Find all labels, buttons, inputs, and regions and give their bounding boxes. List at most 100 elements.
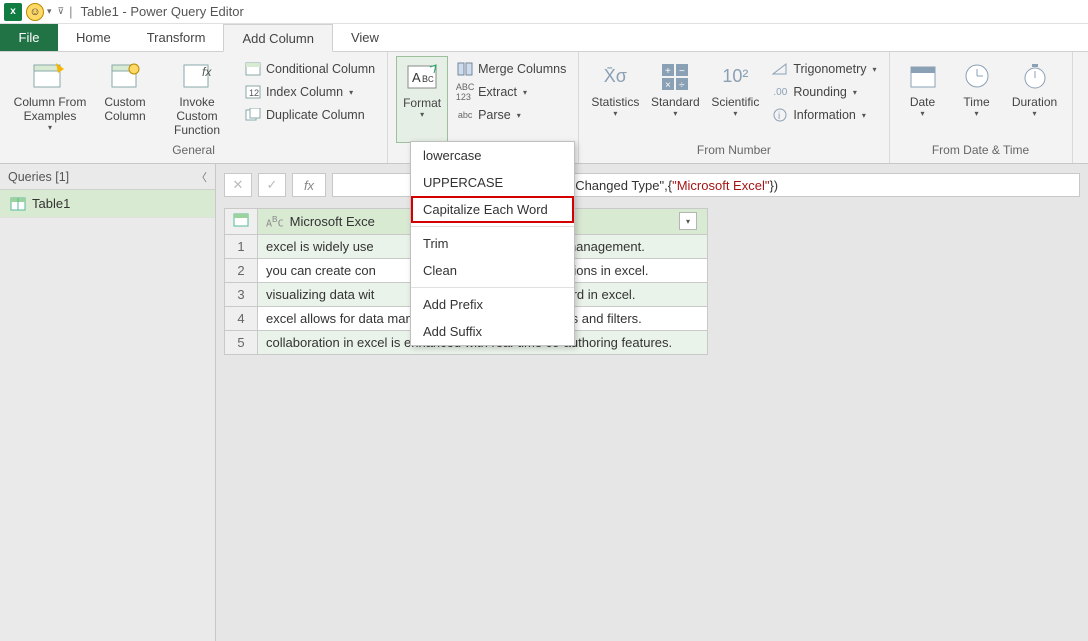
statistics-button[interactable]: X̄σ Statistics ▾ xyxy=(587,56,643,143)
trigonometry-icon xyxy=(771,61,789,77)
statistics-label: Statistics xyxy=(591,95,639,109)
column-from-examples-icon xyxy=(30,59,70,93)
duplicate-column-button[interactable]: Duplicate Column xyxy=(240,105,379,125)
invoke-custom-function-label: Invoke Custom Function xyxy=(158,95,236,137)
tab-transform[interactable]: Transform xyxy=(129,24,224,51)
index-column-button[interactable]: 12 Index Column ▾ xyxy=(240,82,379,102)
content-area: ✕ ✓ fx = Table.TransformColumnTypes(#"Ch… xyxy=(216,164,1088,641)
ribbon-tabs: File Home Transform Add Column View xyxy=(0,24,1088,52)
standard-icon: +−×÷ xyxy=(655,59,695,93)
merge-columns-button[interactable]: Merge Columns xyxy=(452,59,570,79)
scientific-icon: 10² xyxy=(715,59,755,93)
tab-file[interactable]: File xyxy=(0,24,58,51)
trigonometry-button[interactable]: Trigonometry ▾ xyxy=(767,59,880,79)
grid-corner[interactable] xyxy=(225,209,258,235)
duration-button[interactable]: Duration ▾ xyxy=(1006,56,1064,143)
menu-lowercase[interactable]: lowercase xyxy=(411,142,574,169)
chevron-down-icon: ▾ xyxy=(349,88,353,97)
tab-home[interactable]: Home xyxy=(58,24,129,51)
duplicate-column-label: Duplicate Column xyxy=(266,108,365,122)
statistics-icon: X̄σ xyxy=(595,59,635,93)
invoke-custom-function-icon: fx xyxy=(177,59,217,93)
parse-button[interactable]: abc Parse ▾ xyxy=(452,105,570,125)
column-from-examples-label: Column From Examples xyxy=(8,95,92,123)
merge-columns-icon xyxy=(456,61,474,77)
date-button[interactable]: Date ▾ xyxy=(898,56,948,143)
qat-overflow-icon[interactable]: ⊽ xyxy=(58,6,65,17)
invoke-custom-function-button[interactable]: fx Invoke Custom Function xyxy=(158,56,236,143)
column-from-examples-button[interactable]: Column From Examples ▾ xyxy=(8,56,92,143)
window-title: Table1 - Power Query Editor xyxy=(81,4,244,19)
menu-separator xyxy=(411,226,574,227)
svg-text:12: 12 xyxy=(249,88,259,98)
row-number[interactable]: 1 xyxy=(225,235,258,259)
formula-cancel-button[interactable]: ✕ xyxy=(224,173,252,197)
chevron-down-icon: ▾ xyxy=(523,88,527,97)
title-separator: | xyxy=(69,4,72,19)
menu-uppercase[interactable]: UPPERCASE xyxy=(411,169,574,196)
chevron-left-icon[interactable]: 〈 xyxy=(196,169,207,185)
format-dropdown-menu: lowercase UPPERCASE Capitalize Each Word… xyxy=(410,141,575,346)
menu-clean[interactable]: Clean xyxy=(411,257,574,284)
extract-icon: ABC123 xyxy=(456,84,474,100)
menu-add-prefix[interactable]: Add Prefix xyxy=(411,291,574,318)
tab-view[interactable]: View xyxy=(333,24,397,51)
index-column-icon: 12 xyxy=(244,84,262,100)
format-button[interactable]: ABC Format ▾ xyxy=(396,56,448,143)
standard-button[interactable]: +−×÷ Standard ▾ xyxy=(647,56,703,143)
excel-app-icon: x xyxy=(4,3,22,21)
svg-text:÷: ÷ xyxy=(679,80,685,90)
chevron-down-icon: ▾ xyxy=(48,123,52,132)
custom-column-button[interactable]: Custom Column xyxy=(96,56,154,143)
data-grid-wrap: ABC Microsoft Exce ▾ 1excel is widely us… xyxy=(224,208,1080,355)
menu-capitalize-each-word[interactable]: Capitalize Each Word xyxy=(411,196,574,223)
extract-button[interactable]: ABC123 Extract ▾ xyxy=(452,82,570,102)
smiley-icon[interactable]: ☺ xyxy=(26,3,44,21)
column-filter-dropdown[interactable]: ▾ xyxy=(679,212,697,230)
rounding-icon: .00 xyxy=(771,84,789,100)
format-label: Format xyxy=(403,96,441,110)
qat-dropdown-icon[interactable]: ▾ xyxy=(47,6,52,17)
merge-columns-label: Merge Columns xyxy=(478,62,566,76)
queries-pane: Queries [1] 〈 Table1 xyxy=(0,164,216,641)
group-from-datetime: Date ▾ Time ▾ Duration ▾ From Date & Tim… xyxy=(890,52,1073,163)
rounding-button[interactable]: .00 Rounding ▾ xyxy=(767,82,880,102)
svg-text:A: A xyxy=(412,70,421,85)
queries-header-label: Queries [1] xyxy=(8,170,69,184)
menu-trim[interactable]: Trim xyxy=(411,230,574,257)
parse-icon: abc xyxy=(456,107,474,123)
date-label: Date xyxy=(910,95,935,109)
row-number[interactable]: 3 xyxy=(225,283,258,307)
row-number[interactable]: 4 xyxy=(225,307,258,331)
format-icon: ABC xyxy=(402,60,442,94)
duration-label: Duration xyxy=(1012,95,1057,109)
chevron-down-icon: ▾ xyxy=(862,111,866,120)
formula-accept-button[interactable]: ✓ xyxy=(258,173,286,197)
query-item-label: Table1 xyxy=(32,196,70,211)
row-number[interactable]: 2 xyxy=(225,259,258,283)
title-bar: x ☺ ▾ ⊽ | Table1 - Power Query Editor xyxy=(0,0,1088,24)
group-from-number: X̄σ Statistics ▾ +−×÷ Standard ▾ 10² Sci… xyxy=(579,52,889,163)
conditional-column-icon xyxy=(244,61,262,77)
queries-header[interactable]: Queries [1] 〈 xyxy=(0,164,215,190)
query-item-table1[interactable]: Table1 xyxy=(0,190,215,218)
chevron-down-icon: ▾ xyxy=(420,110,424,119)
trigonometry-label: Trigonometry xyxy=(793,62,866,76)
conditional-column-button[interactable]: Conditional Column xyxy=(240,59,379,79)
text-type-icon: ABC xyxy=(266,214,284,229)
information-label: Information xyxy=(793,108,856,122)
custom-column-icon xyxy=(105,59,145,93)
chevron-down-icon: ▾ xyxy=(1033,109,1037,118)
scientific-button[interactable]: 10² Scientific ▾ xyxy=(707,56,763,143)
time-button[interactable]: Time ▾ xyxy=(952,56,1002,143)
extract-label: Extract xyxy=(478,85,517,99)
menu-add-suffix[interactable]: Add Suffix xyxy=(411,318,574,345)
row-number[interactable]: 5 xyxy=(225,331,258,355)
svg-text:i: i xyxy=(778,111,780,122)
standard-label: Standard xyxy=(651,95,700,109)
svg-text:fx: fx xyxy=(202,65,212,79)
chevron-down-icon: ▾ xyxy=(853,88,857,97)
tab-add-column[interactable]: Add Column xyxy=(223,24,333,52)
fx-button[interactable]: fx xyxy=(292,173,326,197)
information-button[interactable]: i Information ▾ xyxy=(767,105,880,125)
